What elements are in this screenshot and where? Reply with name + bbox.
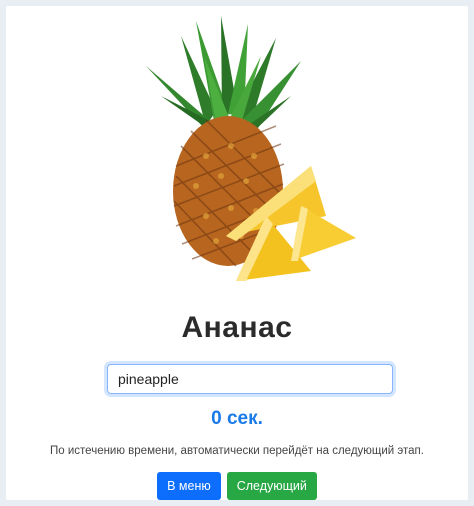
action-buttons: В меню Следующий [6,472,468,500]
fruit-title: Ананас [181,311,293,344]
timer-value: 0 сек. [211,408,263,429]
quiz-card: Ананас 0 сек. По истечению времени, авто… [6,6,468,500]
auto-advance-hint: По истечению времени, автоматически пере… [50,445,424,457]
pineapple-image [146,16,356,281]
menu-button[interactable]: В меню [157,472,221,500]
answer-input[interactable] [107,364,393,394]
next-button[interactable]: Следующий [226,472,317,500]
